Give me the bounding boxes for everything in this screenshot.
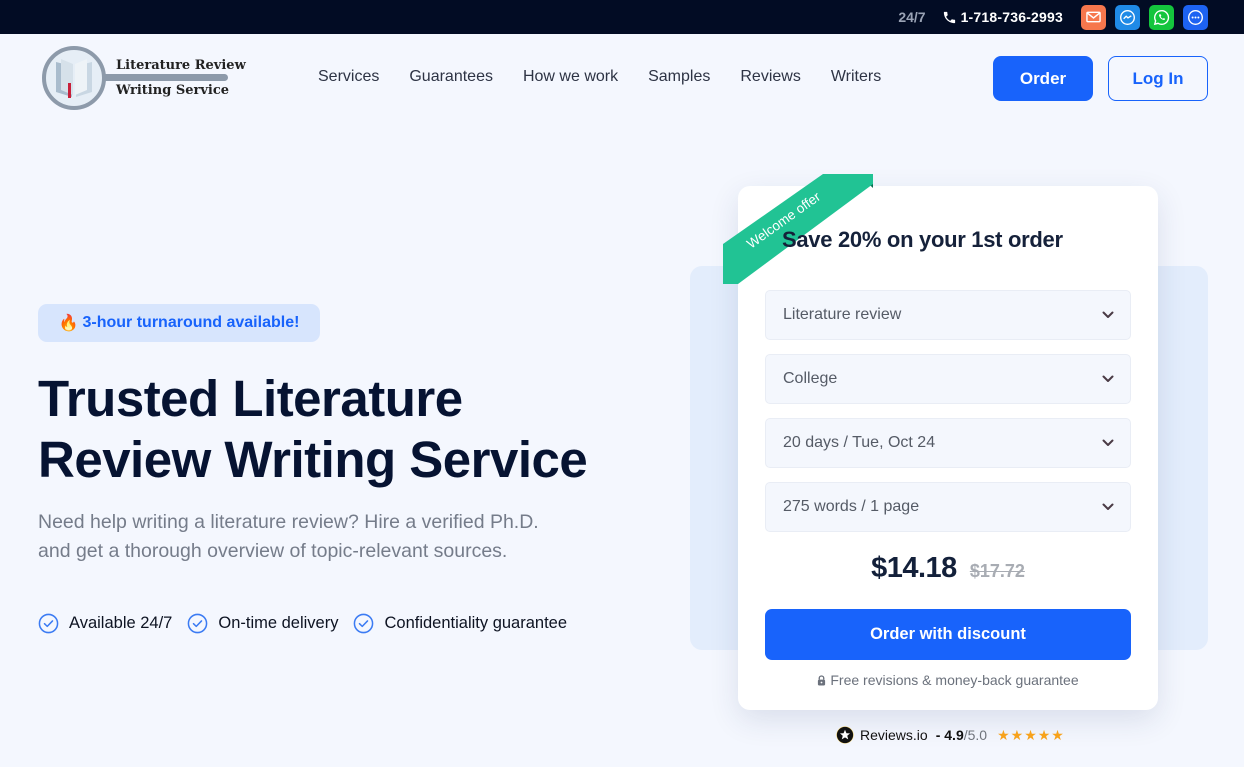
title-line-2: Review Writing Service (38, 431, 588, 488)
reviews-brand: Reviews.io (860, 727, 928, 743)
chevron-down-icon (1102, 503, 1114, 510)
subtitle-line-1: Need help writing a literature review? H… (38, 511, 539, 533)
nav-how-we-work[interactable]: How we work (523, 68, 618, 86)
turnaround-badge: 🔥 3-hour turnaround available! (38, 304, 320, 342)
main-nav: Services Guarantees How we work Samples … (318, 68, 911, 86)
reviews-max: /5.0 (963, 727, 988, 743)
nav-samples[interactable]: Samples (648, 68, 710, 86)
hours-label: 24/7 (898, 9, 926, 25)
chevron-down-icon (1102, 439, 1114, 446)
feature-item: On-time delivery (187, 613, 338, 634)
login-button[interactable]: Log In (1108, 56, 1208, 101)
form-title: Save 20% on your 1st order (782, 227, 1063, 252)
paper-type-select[interactable]: Literature review (765, 290, 1131, 340)
mail-icon (1086, 11, 1101, 23)
logo-line-2: Writing Service (116, 83, 230, 98)
nav-guarantees[interactable]: Guarantees (409, 68, 493, 86)
price-display: $14.18 $17.72 (738, 552, 1158, 585)
messenger-button[interactable] (1115, 4, 1140, 30)
select-value: 275 words / 1 page (783, 498, 920, 515)
header-order-button[interactable]: Order (993, 56, 1093, 101)
reviews-separator: - (935, 727, 945, 743)
guarantee-note: Free revisions & money-back guarantee (738, 672, 1158, 688)
feature-list: Available 24/7 On-time delivery Confiden… (38, 613, 582, 634)
feature-label: Confidentiality guarantee (384, 614, 568, 632)
feature-label: Available 24/7 (69, 614, 173, 632)
chevron-down-icon (1102, 311, 1114, 318)
select-value: 20 days / Tue, Oct 24 (783, 434, 936, 451)
feature-item: Available 24/7 (38, 613, 172, 634)
messenger-icon (1120, 9, 1135, 25)
original-price: $17.72 (969, 561, 1025, 581)
hero-subtitle: Need help writing a literature review? H… (38, 508, 638, 566)
logo-line-1: Literature Review (116, 58, 246, 73)
subtitle-line-2: and get a thorough overview of topic-rel… (38, 540, 508, 562)
nav-reviews[interactable]: Reviews (740, 68, 800, 86)
reviews-score: 4.9 (944, 727, 964, 743)
badge-text: 3-hour turnaround available! (82, 314, 300, 331)
phone-number: 1-718-736-2993 (960, 9, 1063, 25)
phone-link[interactable]: 1-718-736-2993 (942, 9, 1063, 25)
chevron-down-icon (1102, 375, 1114, 382)
whatsapp-icon (1153, 9, 1170, 25)
reviews-io-logo-icon (836, 726, 854, 744)
whatsapp-button[interactable] (1149, 4, 1174, 30)
live-chat-button[interactable] (1183, 4, 1208, 30)
feature-label: On-time delivery (218, 614, 339, 632)
discounted-price: $14.18 (871, 552, 957, 584)
reviews-rating[interactable]: Reviews.io - 4.9 /5.0 ★★★★★ (836, 726, 1065, 744)
feature-item: Confidentiality guarantee (353, 613, 567, 634)
page-title: Trusted Literature Review Writing Servic… (38, 368, 658, 490)
pages-select[interactable]: 275 words / 1 page (765, 482, 1131, 532)
select-value: Literature review (783, 306, 902, 323)
check-circle-icon (188, 613, 208, 634)
top-bar: 24/7 1-718-736-2993 (0, 0, 1244, 34)
lock-icon (818, 674, 826, 685)
select-value: College (783, 370, 838, 387)
star-rating-icon: ★★★★★ (997, 726, 1065, 743)
check-circle-icon (354, 613, 374, 634)
chat-bubble-icon (1188, 9, 1203, 25)
magnifier-book-icon (42, 46, 228, 110)
academic-level-select[interactable]: College (765, 354, 1131, 404)
site-logo[interactable]: Literature Review Writing Service (42, 45, 246, 113)
deadline-select[interactable]: 20 days / Tue, Oct 24 (765, 418, 1131, 468)
fire-icon: 🔥 (58, 315, 79, 332)
nav-services[interactable]: Services (318, 68, 379, 86)
phone-icon (943, 11, 955, 23)
check-circle-icon (38, 613, 59, 634)
title-line-1: Trusted Literature (38, 370, 463, 427)
nav-writers[interactable]: Writers (831, 68, 881, 86)
order-with-discount-button[interactable]: Order with discount (765, 609, 1131, 660)
email-button[interactable] (1081, 4, 1106, 30)
guarantee-text: Free revisions & money-back guarantee (830, 672, 1079, 688)
